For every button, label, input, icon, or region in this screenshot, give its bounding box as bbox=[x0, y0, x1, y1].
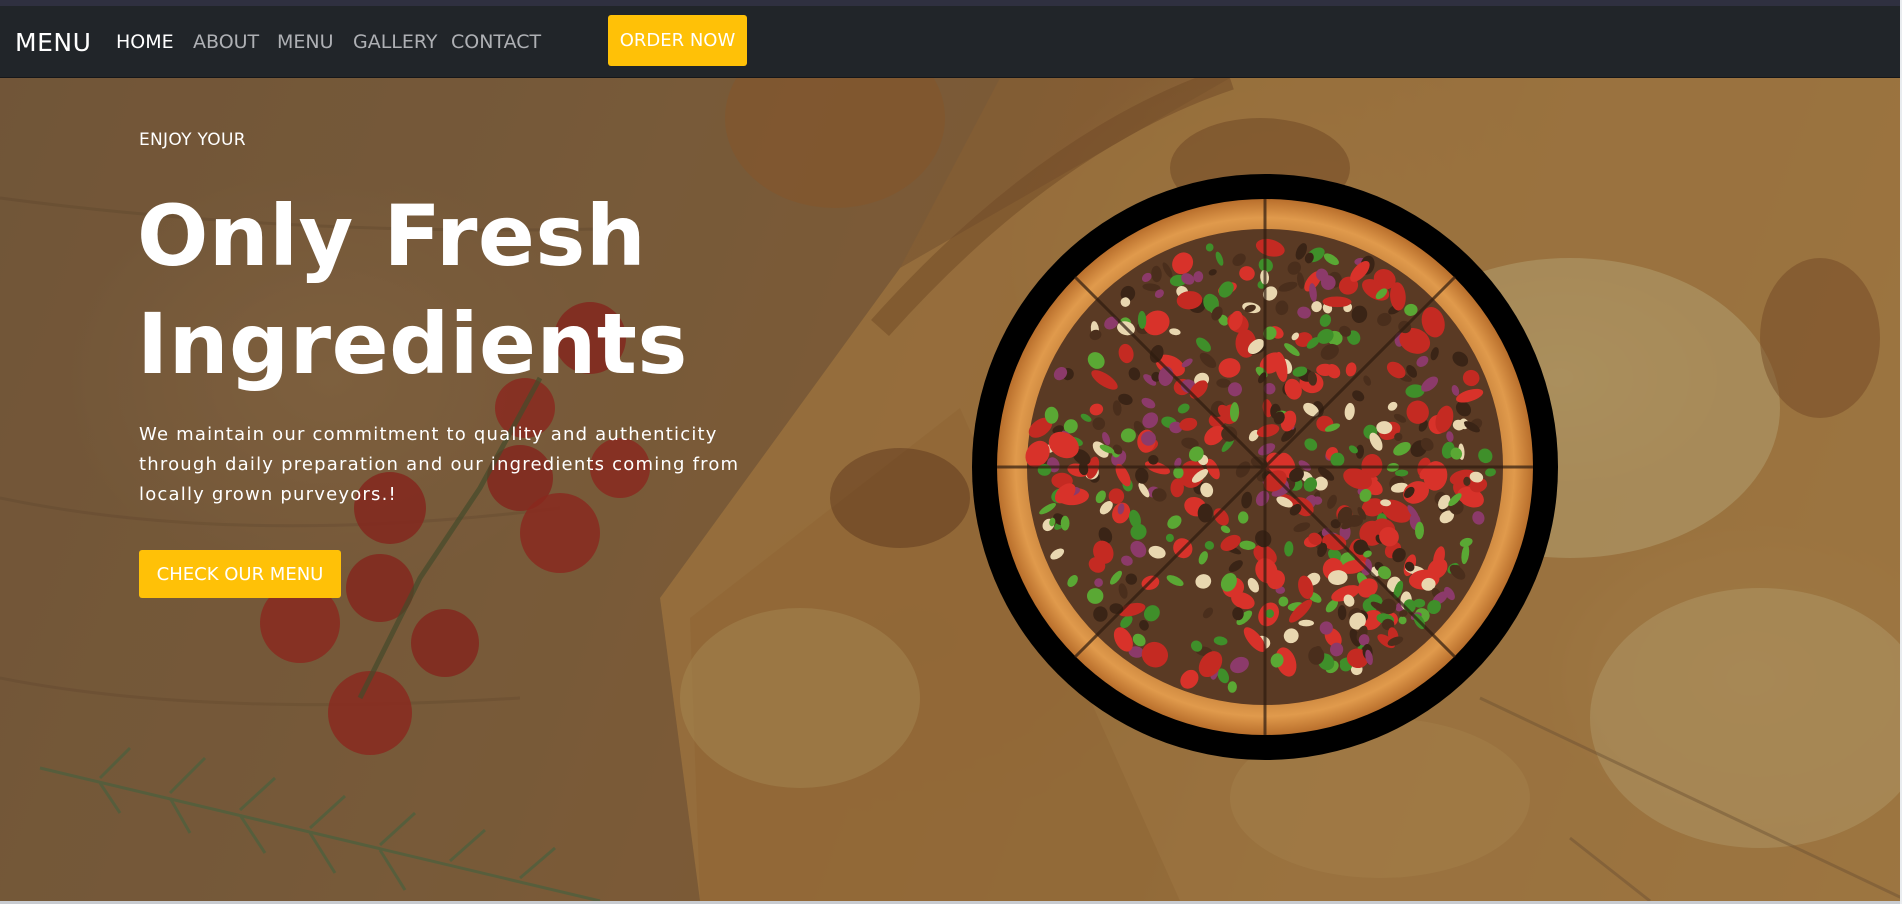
hero-title: Only Fresh Ingredients bbox=[137, 182, 757, 398]
nav-link-menu[interactable]: MENU bbox=[277, 31, 334, 53]
nav-link-gallery[interactable]: GALLERY bbox=[353, 31, 438, 53]
pizza-slice-lines bbox=[997, 199, 1533, 735]
hero-kicker: ENJOY YOUR bbox=[139, 130, 246, 150]
order-now-button[interactable]: ORDER NOW bbox=[608, 15, 747, 66]
pizza-topping bbox=[1060, 515, 1070, 531]
pizza-image bbox=[972, 174, 1558, 760]
nav-link-home[interactable]: HOME bbox=[116, 31, 174, 53]
navbar-brand[interactable]: MENU bbox=[15, 28, 91, 57]
hero-title-line-1: Only Fresh bbox=[137, 187, 647, 285]
page: MENU HOME ABOUT MENU GALLERY CONTACT ORD… bbox=[0, 0, 1902, 904]
pizza-topping bbox=[1413, 598, 1426, 608]
pizza-topping bbox=[1087, 588, 1104, 604]
nav-link-contact[interactable]: CONTACT bbox=[451, 31, 541, 53]
hero-title-line-2: Ingredients bbox=[137, 295, 688, 393]
check-our-menu-button[interactable]: CHECK OUR MENU bbox=[139, 550, 341, 598]
nav-link-about[interactable]: ABOUT bbox=[193, 31, 259, 53]
navbar: MENU HOME ABOUT MENU GALLERY CONTACT ORD… bbox=[0, 6, 1902, 78]
hero-description-line-2: through daily preparation and our ingred… bbox=[139, 454, 740, 475]
hero-description-line-3: locally grown purveyors.! bbox=[139, 484, 397, 505]
pizza-topping bbox=[1298, 619, 1314, 627]
pizza-topping bbox=[1093, 606, 1108, 622]
hero-section: ENJOY YOUR Only Fresh Ingredients We mai… bbox=[0, 78, 1902, 901]
hero-description-line-1: We maintain our commitment to quality an… bbox=[139, 424, 718, 445]
pizza-topping bbox=[1173, 467, 1184, 479]
hero-description: We maintain our commitment to quality an… bbox=[139, 420, 789, 510]
